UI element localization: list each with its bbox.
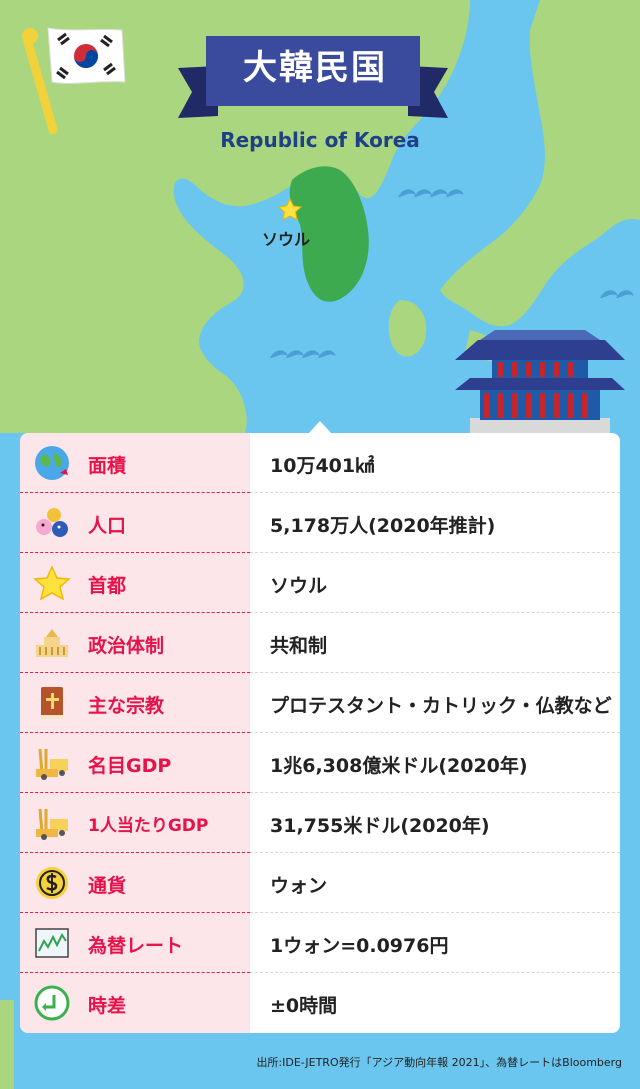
info-label: 名目GDP: [88, 755, 172, 777]
info-label: 時差: [88, 995, 127, 1017]
info-card: 面積 10万401㎢ 人口 5,178万人(2020年推計) 首都 ソウル 政治…: [20, 433, 620, 1033]
info-row-time-difference: 時差 ±0時間: [20, 973, 620, 1033]
info-value: プロテスタント・カトリック・仏教など: [270, 695, 612, 717]
parliament-icon: [36, 629, 68, 657]
page-title: 大韓民国: [243, 48, 387, 88]
info-label: 首都: [88, 575, 127, 597]
info-label: 政治体制: [88, 635, 165, 657]
wheat-truck-icon: [36, 808, 68, 840]
info-row-population: 人口 5,178万人(2020年推計): [20, 493, 620, 553]
info-value: ウォン: [270, 875, 328, 897]
left-coast-land: [0, 1000, 14, 1089]
info-value: 共和制: [270, 635, 328, 657]
info-row-capital: 首都 ソウル: [20, 553, 620, 613]
info-label: 通貨: [88, 875, 127, 897]
wheat-truck-icon: [36, 748, 68, 780]
info-row-gdp-per-capita: 1人当たりGDP 31,755米ドル(2020年): [20, 793, 620, 853]
info-value: 1ウォン=0.0976円: [270, 935, 449, 957]
info-value: ソウル: [270, 575, 328, 597]
info-row-currency: 通貨 ウォン: [20, 853, 620, 913]
info-label: 主な宗教: [88, 695, 165, 717]
info-label: 1人当たりGDP: [88, 816, 209, 836]
info-value: 5,178万人(2020年推計): [270, 515, 496, 537]
info-row-religion: 主な宗教 プロテスタント・カトリック・仏教など: [20, 673, 620, 733]
globe-icon: [35, 446, 69, 480]
star-icon: [33, 565, 71, 601]
info-value: 1兆6,308億米ドル(2020年): [270, 755, 528, 777]
info-label: 為替レート: [88, 935, 184, 957]
page-subtitle: Republic of Korea: [220, 128, 420, 152]
info-row-gdp: 名目GDP 1兆6,308億米ドル(2020年): [20, 733, 620, 793]
info-label: 面積: [88, 455, 127, 477]
bible-icon: [41, 687, 63, 719]
info-row-politics: 政治体制 共和制: [20, 613, 620, 673]
capital-map-label: ソウル: [262, 230, 311, 249]
info-value: 10万401㎢: [270, 455, 375, 477]
info-row-area: 面積 10万401㎢: [20, 433, 620, 493]
palace-illustration: [455, 330, 625, 433]
info-label: 人口: [88, 515, 127, 537]
chart-icon: [35, 928, 69, 958]
clock-arrow-icon: [34, 985, 70, 1021]
info-row-exchange-rate: 為替レート 1ウォン=0.0976円: [20, 913, 620, 973]
source-note: 出所:IDE-JETRO発行「アジア動向年報 2021」、為替レートはBloom…: [256, 1056, 622, 1069]
info-value: 31,755米ドル(2020年): [270, 815, 490, 837]
people-icon: [36, 508, 68, 537]
coin-icon: [36, 867, 68, 899]
info-value: ±0時間: [270, 995, 338, 1017]
